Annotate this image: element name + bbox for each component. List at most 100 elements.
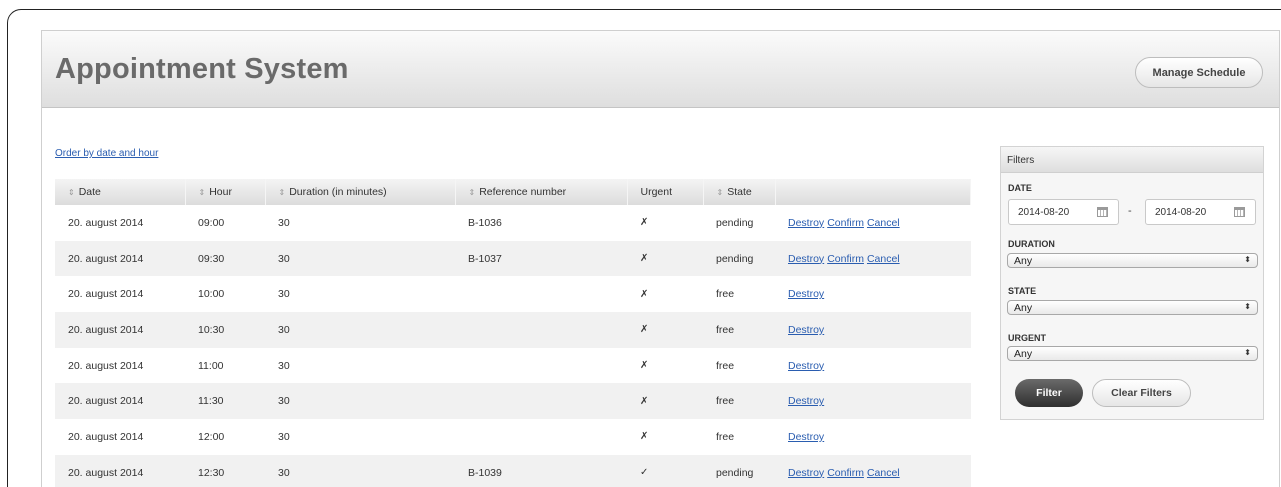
cell-urgent: ✗ (627, 383, 703, 420)
appointments-table: ⇕ Date ⇕ Hour ⇕ Duration (in minutes) ⇕ Refe… (55, 179, 971, 487)
destroy-link[interactable]: Destroy (788, 324, 824, 336)
calendar-icon[interactable] (1097, 207, 1108, 217)
select-arrow-icon: ⬍ (1244, 348, 1251, 357)
destroy-link[interactable]: Destroy (788, 395, 824, 407)
cell-duration: 30 (265, 454, 455, 487)
sort-icon: ⇕ (468, 188, 476, 197)
cell-urgent: ✗ (627, 276, 703, 313)
cell-reference (455, 419, 627, 455)
date-to-input[interactable]: 2014-08-20 (1145, 199, 1256, 225)
destroy-link[interactable]: Destroy (788, 360, 824, 372)
table-row: 20. august 2014 12:00 30 ✗ free Destroy (55, 419, 971, 455)
date-from-input[interactable]: 2014-08-20 (1008, 199, 1119, 225)
cell-duration: 30 (265, 419, 455, 455)
destroy-link[interactable]: Destroy (788, 431, 824, 443)
calendar-icon[interactable] (1234, 207, 1245, 217)
sort-icon: ⇕ (68, 188, 75, 197)
duration-select[interactable]: Any ⬍ (1007, 253, 1258, 268)
manage-schedule-button[interactable]: Manage Schedule (1135, 57, 1263, 88)
column-header-date[interactable]: ⇕ Date (55, 179, 186, 205)
state-select[interactable]: Any ⬍ (1007, 300, 1258, 315)
urgent-select-value: Any (1014, 348, 1033, 360)
table-row: 20. august 2014 09:00 30 B-1036 ✗ pending Dest… (55, 205, 971, 241)
cell-date: 20. august 2014 (55, 205, 185, 241)
cell-reference (455, 347, 627, 384)
sort-icon: ⇕ (716, 188, 724, 197)
cell-duration: 30 (265, 240, 455, 277)
cell-state: pending (703, 240, 775, 277)
cell-duration: 30 (265, 347, 455, 384)
table-row: 20. august 2014 10:30 30 ✗ free Destroy (55, 312, 971, 348)
cell-date: 20. august 2014 (55, 276, 185, 313)
cell-actions: Destroy Confirm Cancel (775, 205, 971, 241)
table-header-row: ⇕ Date ⇕ Hour ⇕ Duration (in minutes) ⇕ Refe… (55, 179, 971, 205)
cell-duration: 30 (265, 205, 455, 241)
cell-actions: Destroy Confirm Cancel (775, 454, 971, 487)
table-row: 20. august 2014 11:00 30 ✗ free Destroy (55, 347, 971, 384)
cell-date: 20. august 2014 (55, 347, 185, 384)
confirm-link[interactable]: Confirm (827, 217, 864, 229)
destroy-link[interactable]: Destroy (788, 217, 824, 229)
confirm-link[interactable]: Confirm (827, 253, 864, 265)
cell-urgent: ✗ (627, 205, 703, 241)
cell-actions: Destroy (775, 419, 971, 455)
urgent-filter-label: URGENT (1008, 333, 1046, 343)
cell-actions: Destroy (775, 312, 971, 348)
screenshot-frame: Appointment System Manage Schedule Order… (7, 9, 1281, 487)
cell-state: free (703, 347, 775, 384)
destroy-link[interactable]: Destroy (788, 253, 824, 265)
urgent-select[interactable]: Any ⬍ (1007, 346, 1258, 361)
duration-filter-label: DURATION (1008, 239, 1055, 249)
filters-panel: Filters DATE 2014-08-20 - 2014-08-20 DUR… (1000, 146, 1264, 420)
column-header-state[interactable]: ⇕ State (703, 179, 776, 205)
confirm-link[interactable]: Confirm (827, 467, 864, 479)
date-filter-label: DATE (1008, 183, 1032, 193)
cell-actions: Destroy Confirm Cancel (775, 240, 971, 277)
cell-state: pending (703, 454, 775, 487)
destroy-link[interactable]: Destroy (788, 288, 824, 300)
column-header-reference[interactable]: ⇕ Reference number (455, 179, 628, 205)
cell-state: pending (703, 205, 775, 241)
date-to-value: 2014-08-20 (1155, 207, 1207, 218)
sort-icon: ⇕ (278, 188, 286, 197)
state-filter-label: STATE (1008, 286, 1037, 296)
column-header-duration[interactable]: ⇕ Duration (in minutes) (265, 179, 456, 205)
cell-hour: 10:00 (185, 276, 265, 313)
sort-icon: ⇕ (198, 188, 206, 197)
cancel-link[interactable]: Cancel (867, 217, 900, 229)
cell-reference: B-1039 (455, 454, 627, 487)
duration-select-value: Any (1014, 255, 1033, 267)
cell-state: free (703, 276, 775, 313)
table-row: 20. august 2014 10:00 30 ✗ free Destroy (55, 276, 971, 313)
cell-date: 20. august 2014 (55, 312, 185, 348)
cell-hour: 11:00 (185, 347, 265, 384)
cell-reference (455, 276, 627, 313)
cell-hour: 12:00 (185, 419, 265, 455)
clear-filters-button[interactable]: Clear Filters (1092, 379, 1191, 407)
column-header-hour[interactable]: ⇕ Hour (185, 179, 266, 205)
cell-urgent: ✗ (627, 419, 703, 455)
cell-reference: B-1036 (455, 205, 627, 241)
cancel-link[interactable]: Cancel (867, 253, 900, 265)
date-range-separator: - (1128, 205, 1132, 217)
cell-actions: Destroy (775, 347, 971, 384)
cell-urgent: ✓ (627, 454, 703, 487)
cell-duration: 30 (265, 383, 455, 420)
table-row: 20. august 2014 09:30 30 B-1037 ✗ pending Dest… (55, 240, 971, 277)
cell-hour: 09:00 (185, 205, 265, 241)
order-by-date-link[interactable]: Order by date and hour (55, 148, 158, 159)
select-arrow-icon: ⬍ (1244, 302, 1251, 311)
cell-reference: B-1037 (455, 240, 627, 277)
destroy-link[interactable]: Destroy (788, 467, 824, 479)
cell-hour: 12:30 (185, 454, 265, 487)
state-select-value: Any (1014, 302, 1033, 314)
table-row: 20. august 2014 12:30 30 B-1039 ✓ pending Dest… (55, 454, 971, 487)
column-header-actions (775, 179, 971, 205)
app-header: Appointment System Manage Schedule (42, 31, 1279, 108)
cancel-link[interactable]: Cancel (867, 467, 900, 479)
filters-title: Filters (1001, 147, 1263, 173)
cell-state: free (703, 383, 775, 420)
filter-button[interactable]: Filter (1015, 379, 1083, 407)
cell-date: 20. august 2014 (55, 383, 185, 420)
cell-duration: 30 (265, 312, 455, 348)
